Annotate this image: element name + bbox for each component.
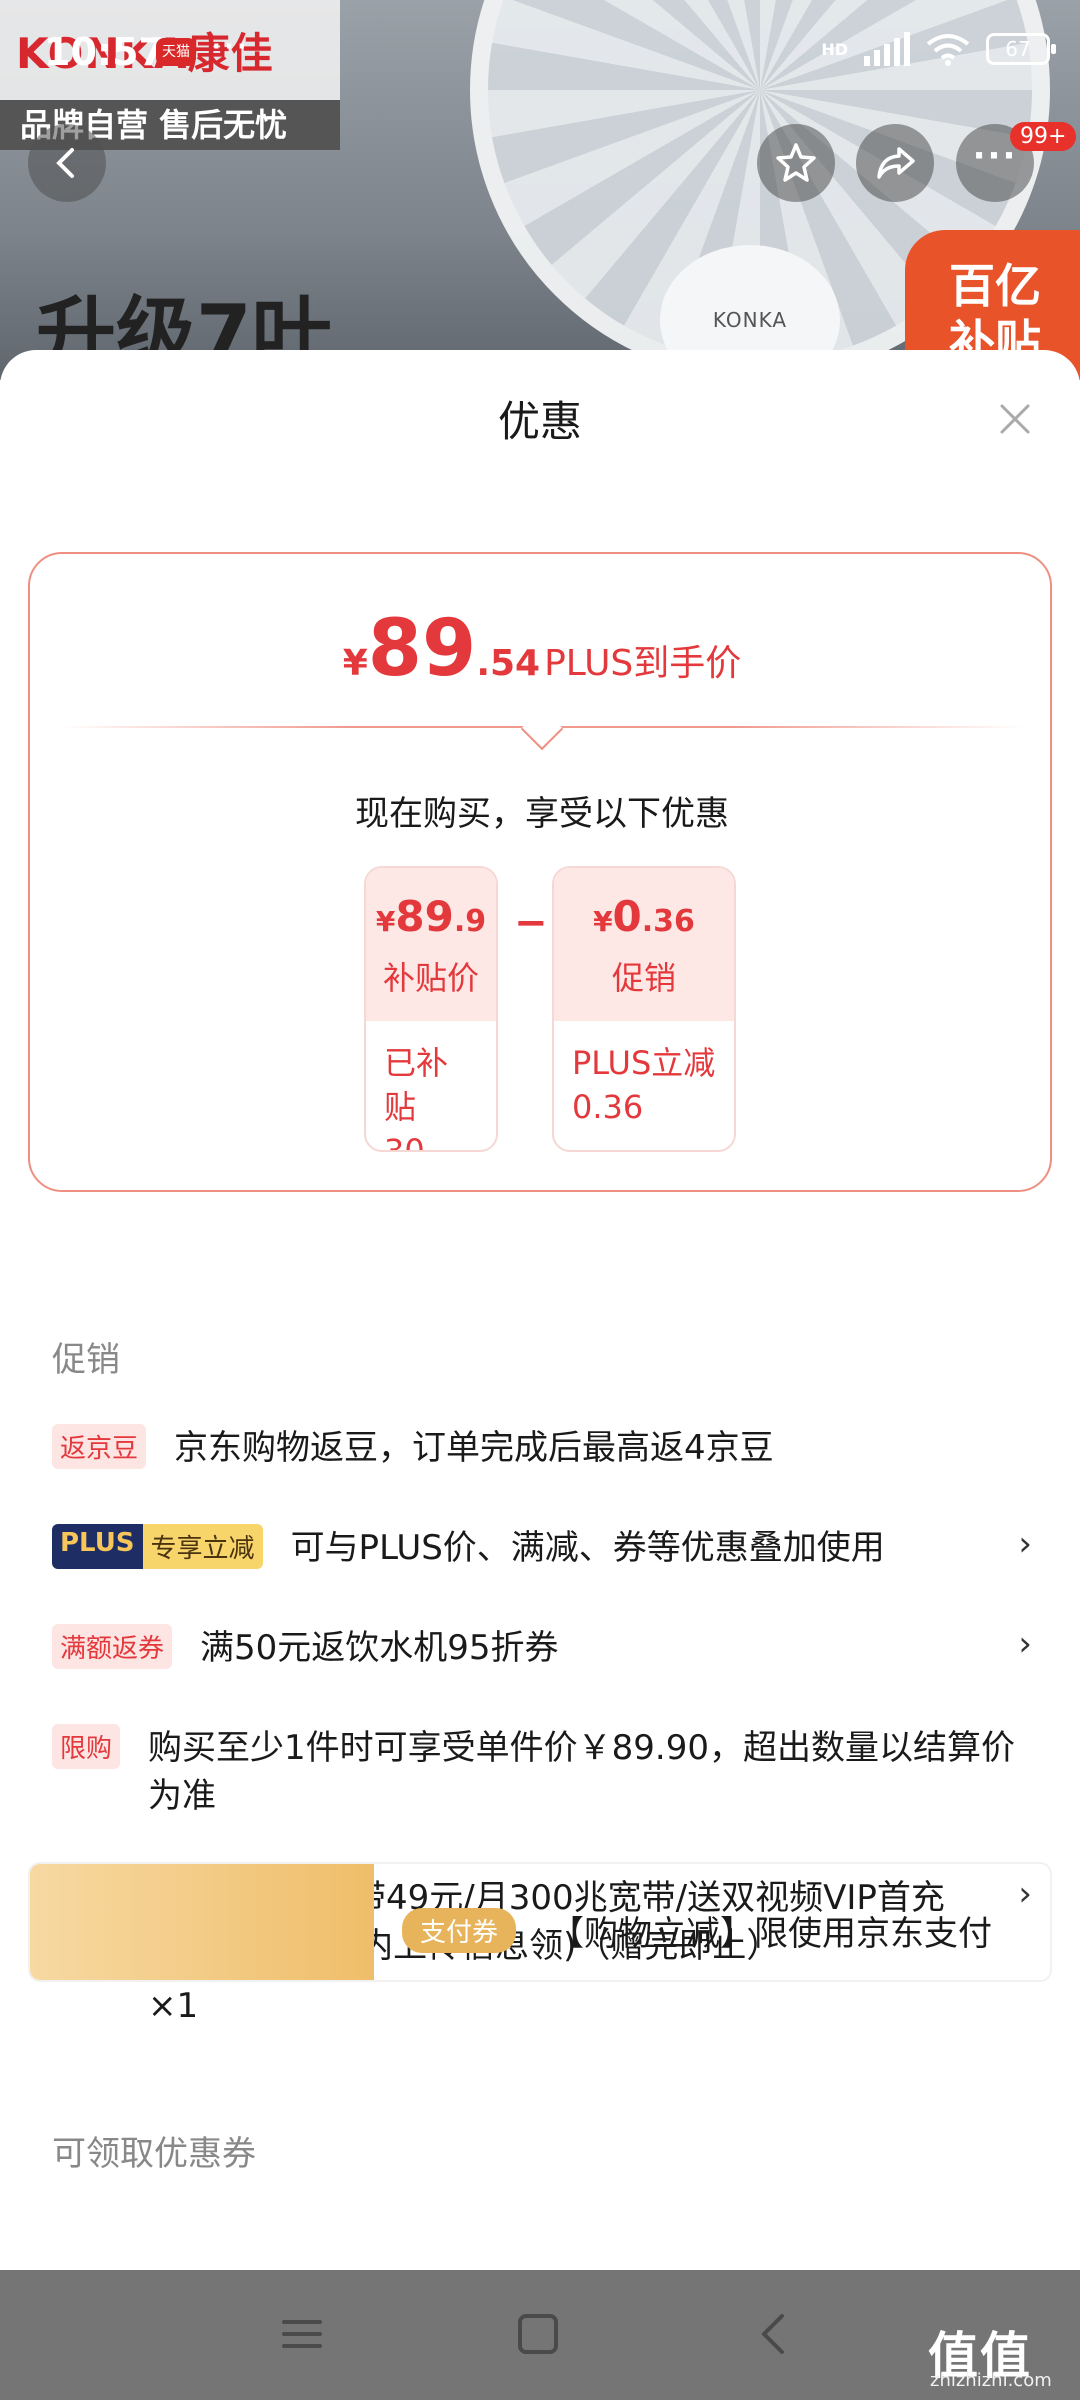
coupon-value-panel bbox=[30, 1864, 374, 1980]
subsidy-detail: 已补贴 30 bbox=[384, 1044, 449, 1152]
menu-icon[interactable] bbox=[280, 2312, 324, 2356]
promo-tag: 满额返券 bbox=[52, 1624, 173, 1669]
promotion-amount-decimal: .36 bbox=[641, 904, 695, 939]
promotion-detail: PLUS立减 0.36 bbox=[572, 1044, 716, 1126]
promo-row-purchase-limit: 限购 购买至少1件时可享受单件价￥89.90，超出数量以结算价为准 bbox=[52, 1724, 1032, 1820]
price-label: PLUS到手价 bbox=[544, 643, 742, 684]
promo-tag: 返京豆 bbox=[52, 1424, 147, 1469]
plus-price: ¥89.54 PLUS到手价 bbox=[30, 604, 1054, 694]
coupon-text: 【购物立减】限使用京东支付 bbox=[550, 1914, 992, 1954]
chevron-right-icon: › bbox=[1018, 1624, 1032, 1664]
promotion-name: 促销 bbox=[611, 959, 676, 997]
promo-row-plus[interactable]: PLUS 专享立减 可与PLUS价、满减、券等优惠叠加使用 › bbox=[52, 1524, 1032, 1572]
status-bar: 10:57 天猫 ··· HD 67 bbox=[0, 0, 1080, 100]
subsidy-amount-decimal: .9 bbox=[453, 904, 487, 939]
hd-label: HD bbox=[821, 39, 848, 59]
plus-exclusive-tag: PLUS 专享立减 bbox=[52, 1524, 263, 1569]
back-arrow-icon[interactable] bbox=[752, 2312, 796, 2356]
promotion-card: ¥0.36 促销 PLUS立减 0.36 bbox=[552, 866, 736, 1152]
benefits-subheading: 现在购买，享受以下优惠 bbox=[355, 794, 729, 834]
chevron-right-icon: › bbox=[1018, 1524, 1032, 1564]
subsidy-currency: ¥ bbox=[375, 905, 396, 938]
discount-sheet: 优惠 ¥89.54 PLUS到手价 现在购买，享受以下优惠 ¥89.9 补贴价 已… bbox=[0, 350, 1080, 2400]
promo-row-coupon-return[interactable]: 满额返券 满50元返饮水机95折券 › bbox=[52, 1624, 1032, 1672]
signal-icon bbox=[864, 32, 910, 66]
message-count-badge: 99+ bbox=[1010, 122, 1077, 151]
divider-notch bbox=[520, 707, 564, 751]
wifi-icon bbox=[926, 34, 970, 66]
coupon-tag: 支付券 bbox=[402, 1908, 517, 1953]
status-icons: HD 67 bbox=[821, 32, 1056, 66]
promo-tag: 限购 bbox=[52, 1724, 121, 1769]
promotion-amount: 0 bbox=[612, 892, 642, 941]
gift-quantity: ×1 bbox=[148, 1986, 199, 2026]
sheet-title: 优惠 bbox=[497, 397, 582, 446]
status-more-icon: ··· bbox=[210, 24, 249, 70]
price-card: ¥89.54 PLUS到手价 现在购买，享受以下优惠 ¥89.9 补贴价 已补贴 … bbox=[28, 552, 1052, 1192]
promo-row-jingdou: 返京豆 京东购物返豆，订单完成后最高返4京豆 bbox=[52, 1424, 1032, 1472]
subsidy-price-card: ¥89.9 补贴价 已补贴 30 bbox=[364, 866, 498, 1152]
back-button[interactable] bbox=[28, 124, 106, 202]
promo-text: 满50元返饮水机95折券 bbox=[200, 1628, 559, 1668]
price-currency: ¥ bbox=[342, 643, 368, 684]
tmall-notification-icon: 天猫 bbox=[156, 38, 196, 66]
promo-text: 购买至少1件时可享受单件价￥89.90，超出数量以结算价为准 bbox=[148, 1728, 1015, 1816]
subsidy-name: 补贴价 bbox=[382, 959, 479, 997]
promo-text: 可与PLUS价、满减、券等优惠叠加使用 bbox=[290, 1528, 885, 1568]
price-decimal: .54 bbox=[476, 643, 541, 684]
promotion-currency: ¥ bbox=[593, 905, 613, 938]
chevron-left-icon bbox=[56, 148, 74, 178]
system-nav-bar bbox=[0, 2270, 1080, 2400]
share-button[interactable] bbox=[856, 124, 934, 202]
subsidy-amount: 89 bbox=[395, 892, 454, 941]
favorite-button[interactable] bbox=[757, 124, 835, 202]
share-icon bbox=[877, 147, 915, 179]
coupons-title: 可领取优惠券 bbox=[52, 2134, 256, 2174]
home-square-icon[interactable] bbox=[516, 2312, 560, 2356]
promotions-title: 促销 bbox=[52, 1340, 120, 1380]
battery-icon: 67 bbox=[986, 33, 1056, 65]
watermark-url: zhizhizhi.com bbox=[930, 2370, 1052, 2391]
coupon-card[interactable]: 支付券 【购物立减】限使用京东支付 bbox=[28, 1862, 1052, 1982]
star-icon bbox=[776, 143, 816, 182]
minus-operator: − bbox=[514, 900, 548, 946]
status-time: 10:57 bbox=[44, 30, 165, 74]
promo-text: 京东购物返豆，订单完成后最高返4京豆 bbox=[174, 1428, 774, 1468]
price-integer: 89 bbox=[367, 604, 477, 694]
close-icon[interactable] bbox=[990, 394, 1040, 444]
